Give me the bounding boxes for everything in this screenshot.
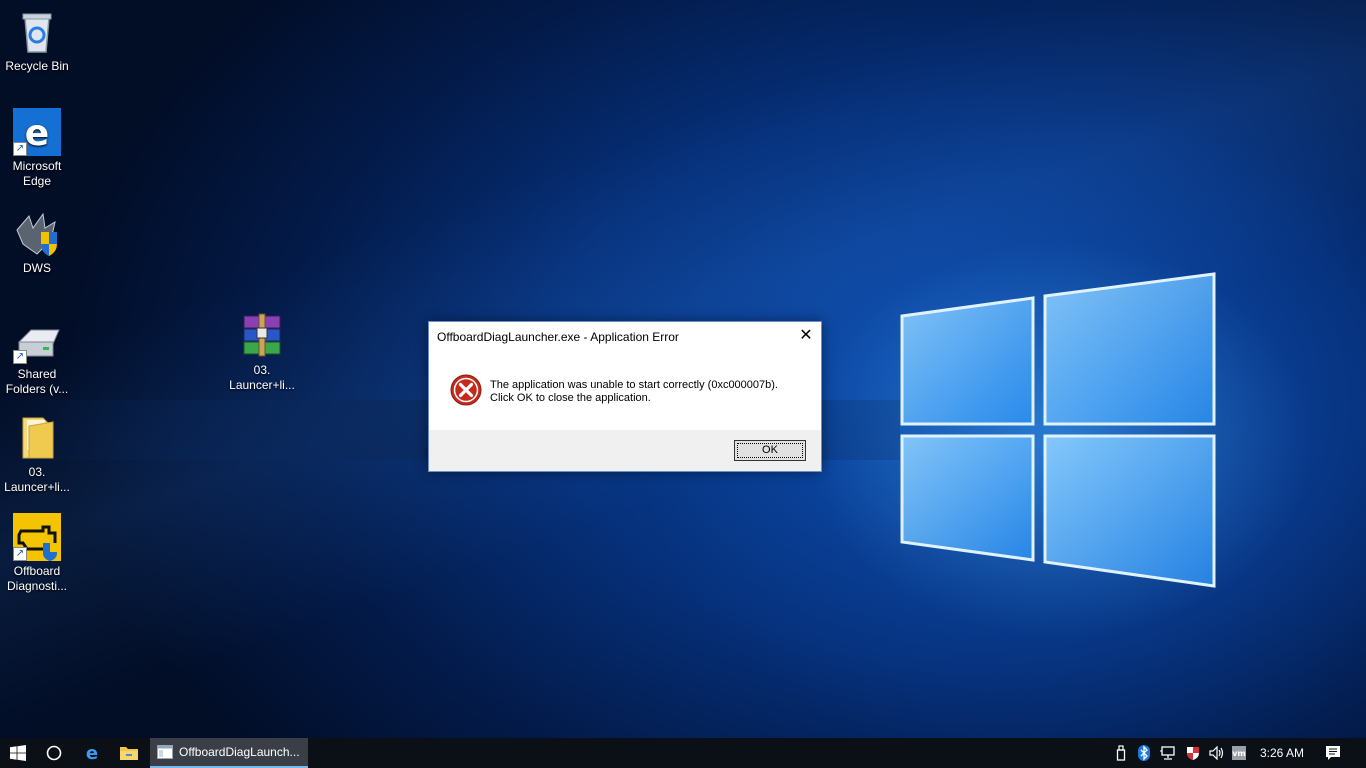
dialog-message-line: Click OK to close the application. [490,392,651,404]
taskbar-edge-button[interactable]: e [74,738,110,768]
taskbar-task-offboard-diag[interactable]: OffboardDiagLaunch... [150,738,308,768]
windows-start-icon [10,745,26,761]
usb-icon[interactable] [1112,738,1130,768]
start-button[interactable] [0,738,36,768]
desktop-icon-label: Microsoft Edge [12,159,62,188]
offboard-diagnostic-icon: ↗ [13,513,61,561]
network-icon[interactable] [1158,738,1178,768]
edge-icon: e ↗ [13,108,61,156]
taskbar-clock[interactable]: 3:26 AM [1250,738,1314,768]
taskbar-task-label: OffboardDiagLaunch... [179,745,300,759]
desktop-icon-label: Recycle Bin [5,59,69,73]
desktop-icon-label: 03. Launcer+li... [4,465,70,494]
bluetooth-icon[interactable] [1135,738,1153,768]
dialog-title: OffboardDiagLauncher.exe - Application E… [437,330,679,344]
svg-text:e: e [86,744,98,762]
application-error-dialog: OffboardDiagLauncher.exe - Application E… [428,321,822,472]
desktop-icon-label: Shared Folders (v... [5,367,69,396]
shortcut-arrow-icon: ↗ [13,350,27,364]
shortcut-arrow-icon: ↗ [13,547,27,561]
desktop-icon-label: Offboard Diagnosti... [6,564,68,593]
desktop-icon-label: 03. Launcer+li... [229,363,295,392]
desktop-icon-winrar-archive[interactable]: 03. Launcer+li... [224,312,300,393]
security-shield-icon[interactable] [1183,738,1203,768]
volume-icon[interactable] [1207,738,1227,768]
desktop-icon-offboard-diagnostic[interactable]: ↗ Offboard Diagnosti... [0,513,75,594]
windows-logo-wallpaper [900,272,1216,588]
desktop-icon-recycle-bin[interactable]: Recycle Bin [0,8,75,74]
shortcut-arrow-icon: ↗ [13,142,27,156]
desktop-icon-label: DWS [23,261,51,275]
dialog-footer: OK [429,430,821,471]
close-icon[interactable]: ✕ [791,322,821,350]
cortana-button[interactable] [36,738,72,768]
edge-icon: e [86,744,98,762]
error-icon [450,374,482,406]
shared-folders-icon: ↗ [13,322,61,364]
recycle-bin-icon [13,8,61,56]
focus-rect [737,443,803,458]
desktop-icon-dws[interactable]: DWS [0,210,75,276]
taskbar: e OffboardDiagLaunch... vm 3:26 AM [0,738,1366,768]
winrar-archive-icon [238,312,286,360]
ok-button[interactable]: OK [734,440,806,461]
taskbar-file-explorer-button[interactable] [111,738,147,768]
desktop-icon-shared-folders[interactable]: ↗ Shared Folders (v... [0,322,75,397]
search-circle-icon [46,745,62,761]
desktop-icon-folder[interactable]: 03. Launcer+li... [0,414,75,495]
dialog-message-line: The application was unable to start corr… [490,379,778,391]
dialog-message: The application was unable to start corr… [490,379,778,405]
svg-text:e: e [25,113,49,154]
action-center-icon[interactable] [1320,738,1346,768]
dws-icon [13,210,61,258]
vmware-icon[interactable]: vm [1230,738,1248,768]
file-explorer-icon [120,747,138,760]
window-app-icon [157,745,173,759]
desktop-icon-microsoft-edge[interactable]: e ↗ Microsoft Edge [0,108,75,189]
svg-text:vm: vm [1232,749,1246,758]
folder-icon [13,414,61,462]
